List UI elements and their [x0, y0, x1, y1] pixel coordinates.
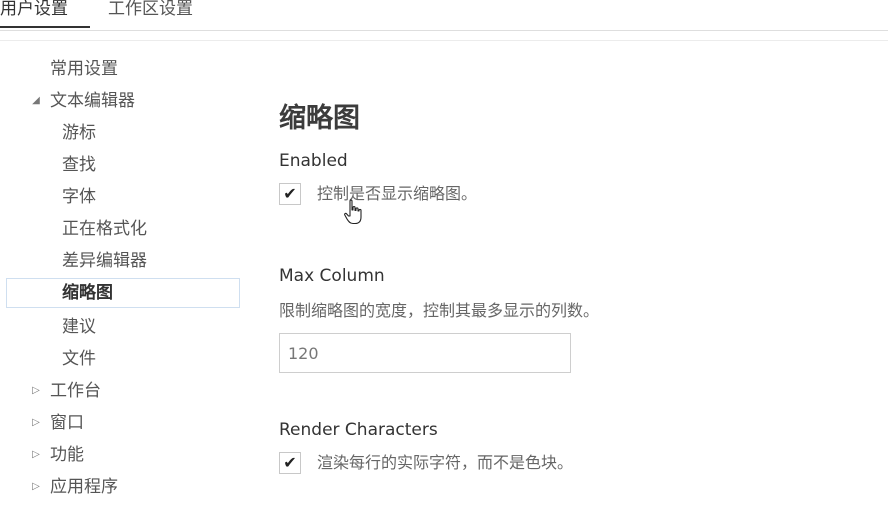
- toc-item-label: 字体: [62, 187, 96, 207]
- toc-item-formatting[interactable]: 正在格式化: [0, 214, 240, 244]
- setting-name-enabled: Enabled: [279, 151, 348, 171]
- toc-item-features[interactable]: ▷ 功能: [0, 440, 240, 470]
- toc-item-label: 建议: [62, 317, 96, 337]
- settings-tabs: 用户设置 工作区设置: [0, 0, 888, 31]
- toc-item-cursor[interactable]: 游标: [0, 118, 240, 148]
- expanded-arrow-icon: ◢: [32, 95, 40, 106]
- enabled-description: 控制是否显示缩略图。: [317, 184, 478, 203]
- toc-item-files[interactable]: 文件: [0, 344, 240, 374]
- toc-item-application[interactable]: ▷ 应用程序: [0, 472, 240, 502]
- toc-item-suggestions[interactable]: 建议: [0, 312, 240, 342]
- hand-pointer-icon: [344, 199, 362, 225]
- toc-item-label: 窗口: [50, 413, 84, 433]
- toc-item-label: 差异编辑器: [62, 251, 147, 271]
- toc-item-label: 查找: [62, 155, 96, 175]
- toc-item-find[interactable]: 查找: [0, 150, 240, 180]
- toc-item-label: 常用设置: [50, 59, 118, 79]
- settings-window: 用户设置 工作区设置 常用设置 ◢ 文本编辑器 游标 查找 字体 正在格式化 差…: [0, 0, 888, 512]
- toc-item-label: 文件: [62, 349, 96, 369]
- tab-user-settings[interactable]: 用户设置: [0, 0, 68, 19]
- toc-item-label: 应用程序: [50, 477, 118, 497]
- toc-item-font[interactable]: 字体: [0, 182, 240, 212]
- header-divider: [0, 40, 888, 41]
- collapsed-arrow-icon: ▷: [32, 449, 40, 460]
- render-characters-checkbox-row[interactable]: ✔ 渲染每行的实际字符，而不是色块。: [279, 452, 639, 476]
- toc-item-label: 功能: [50, 445, 84, 465]
- render-characters-checkbox[interactable]: ✔: [279, 452, 301, 474]
- tab-workspace-settings[interactable]: 工作区设置: [108, 0, 193, 19]
- toc-item-label: 游标: [62, 123, 96, 143]
- section-title: 缩略图: [279, 103, 360, 134]
- active-tab-indicator: [0, 26, 90, 28]
- max-column-description: 限制缩略图的宽度，控制其最多显示的列数。: [279, 301, 600, 320]
- toc-item-diff-editor[interactable]: 差异编辑器: [0, 246, 240, 276]
- toc-item-label: 工作台: [50, 381, 101, 401]
- enabled-checkbox-row[interactable]: ✔ 控制是否显示缩略图。: [279, 183, 539, 207]
- setting-name-max-column: Max Column: [279, 266, 385, 286]
- collapsed-arrow-icon: ▷: [32, 481, 40, 492]
- render-characters-description: 渲染每行的实际字符，而不是色块。: [317, 453, 574, 472]
- toc-item-label: 文本编辑器: [50, 91, 135, 111]
- max-column-input[interactable]: [279, 333, 571, 373]
- toc-item-minimap[interactable]: 缩略图: [6, 278, 240, 308]
- enabled-checkbox[interactable]: ✔: [279, 183, 301, 205]
- toc-item-window[interactable]: ▷ 窗口: [0, 408, 240, 438]
- toc-item-common[interactable]: 常用设置: [0, 54, 240, 84]
- toc-item-text-editor[interactable]: ◢ 文本编辑器: [0, 86, 240, 116]
- collapsed-arrow-icon: ▷: [32, 385, 40, 396]
- collapsed-arrow-icon: ▷: [32, 417, 40, 428]
- toc-item-label: 正在格式化: [62, 219, 147, 239]
- setting-name-render-characters: Render Characters: [279, 420, 438, 440]
- toc-item-workbench[interactable]: ▷ 工作台: [0, 376, 240, 406]
- toc-item-label: 缩略图: [62, 283, 113, 303]
